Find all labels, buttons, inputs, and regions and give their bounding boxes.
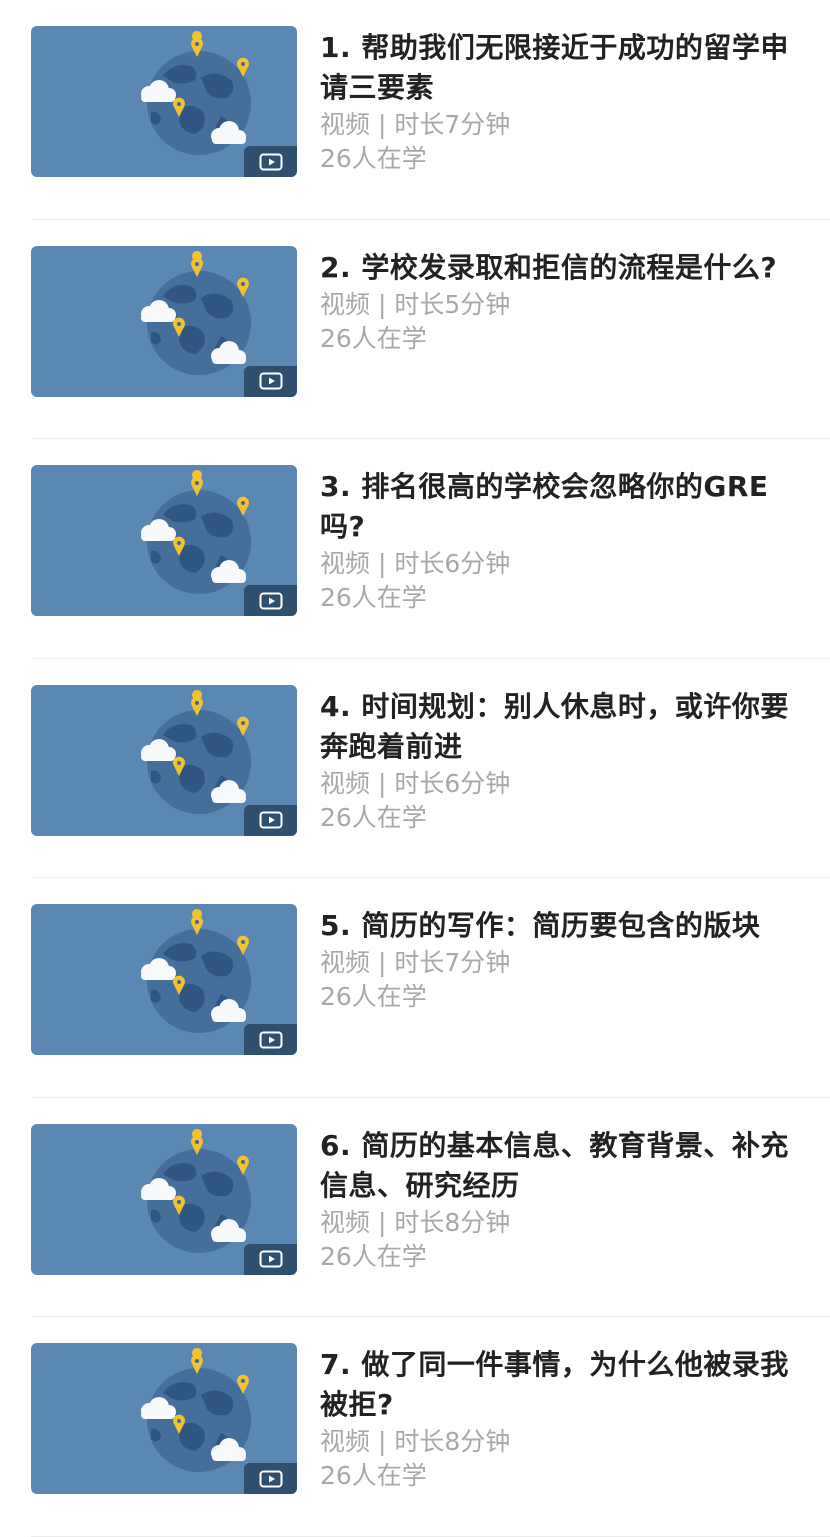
course-title[interactable]: 3. 排名很高的学校会忽略你的GRE吗? <box>320 467 800 547</box>
video-play-icon <box>244 585 297 616</box>
course-learners: 26人在学 <box>320 1241 427 1271</box>
course-meta: 视频 | 时长6分钟 <box>320 768 511 798</box>
course-meta: 视频 | 时长5分钟 <box>320 289 511 319</box>
course-title[interactable]: 4. 时间规划：别人休息时，或许你要奔跑着前进 <box>320 687 800 767</box>
course-thumbnail[interactable] <box>31 465 297 616</box>
course-item-5[interactable]: 5. 简历的写作：简历要包含的版块 视频 | 时长7分钟 26人在学 <box>0 878 830 1098</box>
course-learners: 26人在学 <box>320 1461 427 1490</box>
course-item-4[interactable]: 4. 时间规划：别人休息时，或许你要奔跑着前进 视频 | 时长6分钟 26人在学 <box>0 659 830 878</box>
course-title[interactable]: 6. 简历的基本信息、教育背景、补充信息、研究经历 <box>320 1126 800 1206</box>
course-title[interactable]: 1. 帮助我们无限接近于成功的留学申请三要素 <box>320 28 800 108</box>
course-info: 7. 做了同一件事情，为什么他被录我被拒? 视频 | 时长8分钟 26人在学 <box>320 1345 800 1493</box>
course-meta: 视频 | 时长8分钟 <box>320 1427 511 1456</box>
course-meta: 视频 | 时长7分钟 <box>320 948 511 977</box>
video-play-icon <box>244 1024 297 1055</box>
course-learners: 26人在学 <box>320 144 427 173</box>
course-thumbnail[interactable] <box>31 245 297 397</box>
course-item-6[interactable]: 6. 简历的基本信息、教育背景、补充信息、研究经历 视频 | 时长8分钟 26人… <box>0 1098 830 1317</box>
course-title[interactable]: 5. 简历的写作：简历要包含的版块 <box>320 906 800 946</box>
course-info: 3. 排名很高的学校会忽略你的GRE吗? 视频 | 时长6分钟 26人在学 <box>320 467 800 615</box>
course-thumbnail[interactable] <box>31 904 297 1055</box>
course-item-7[interactable]: 7. 做了同一件事情，为什么他被录我被拒? 视频 | 时长8分钟 26人在学 <box>0 1317 830 1537</box>
course-item-1[interactable]: 1. 帮助我们无限接近于成功的留学申请三要素 视频 | 时长7分钟 26人在学 <box>0 0 830 220</box>
item-divider <box>31 1535 830 1537</box>
video-play-icon <box>244 365 297 397</box>
course-thumbnail[interactable] <box>31 26 297 177</box>
course-meta: 视频 | 时长6分钟 <box>320 549 511 578</box>
course-info: 2. 学校发录取和拒信的流程是什么? 视频 | 时长5分钟 26人在学 <box>320 248 800 356</box>
course-learners: 26人在学 <box>320 583 427 612</box>
course-meta: 视频 | 时长7分钟 <box>320 110 511 139</box>
course-thumbnail[interactable] <box>31 684 297 836</box>
course-info: 6. 简历的基本信息、教育背景、补充信息、研究经历 视频 | 时长8分钟 26人… <box>320 1126 800 1274</box>
course-learners: 26人在学 <box>320 323 427 353</box>
course-info: 1. 帮助我们无限接近于成功的留学申请三要素 视频 | 时长7分钟 26人在学 <box>320 28 800 176</box>
course-info: 5. 简历的写作：简历要包含的版块 视频 | 时长7分钟 26人在学 <box>320 906 800 1014</box>
video-play-icon <box>244 146 297 177</box>
course-item-2[interactable]: 2. 学校发录取和拒信的流程是什么? 视频 | 时长5分钟 26人在学 <box>0 220 830 439</box>
course-item-3[interactable]: 3. 排名很高的学校会忽略你的GRE吗? 视频 | 时长6分钟 26人在学 <box>0 439 830 659</box>
course-thumbnail[interactable] <box>31 1343 297 1494</box>
course-learners: 26人在学 <box>320 982 427 1011</box>
course-title[interactable]: 7. 做了同一件事情，为什么他被录我被拒? <box>320 1345 800 1425</box>
video-play-icon <box>244 1463 297 1494</box>
video-play-icon <box>244 1243 297 1275</box>
course-info: 4. 时间规划：别人休息时，或许你要奔跑着前进 视频 | 时长6分钟 26人在学 <box>320 687 800 835</box>
course-meta: 视频 | 时长8分钟 <box>320 1207 511 1237</box>
course-list: 1. 帮助我们无限接近于成功的留学申请三要素 视频 | 时长7分钟 26人在学 <box>0 0 830 1537</box>
course-thumbnail[interactable] <box>31 1123 297 1275</box>
course-title[interactable]: 2. 学校发录取和拒信的流程是什么? <box>320 248 800 288</box>
course-learners: 26人在学 <box>320 802 427 832</box>
video-play-icon <box>244 804 297 836</box>
